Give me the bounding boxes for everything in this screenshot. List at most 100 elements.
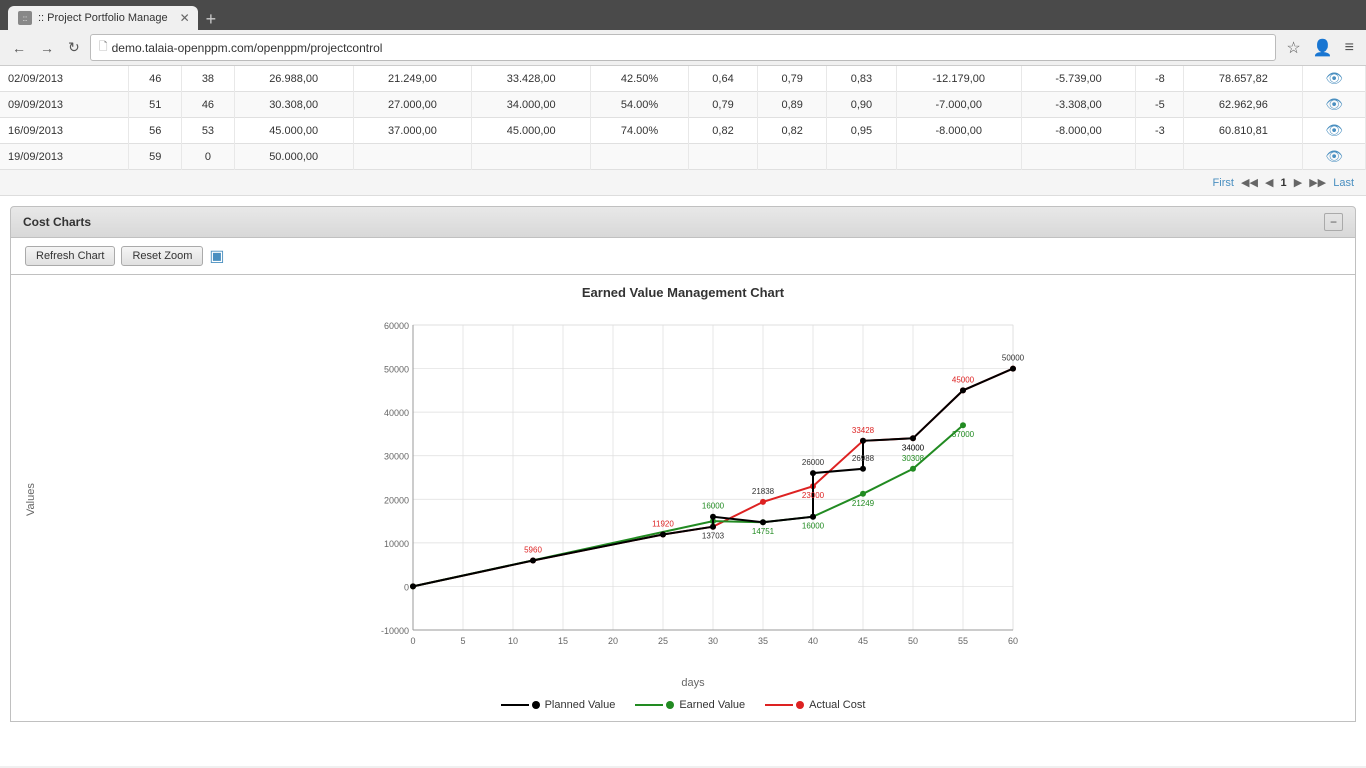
view-icon-cell[interactable]: 👁 <box>1303 66 1366 92</box>
expand-icon[interactable]: ▣ <box>209 246 224 266</box>
last-page-link[interactable]: Last <box>1333 177 1354 189</box>
svg-text:30000: 30000 <box>384 452 409 462</box>
chart-container: Earned Value Management Chart Values -10… <box>10 275 1356 722</box>
next-next-btn[interactable]: ▶▶ <box>1309 177 1326 189</box>
tab-close-btn[interactable]: ✕ <box>180 11 190 25</box>
first-page-link[interactable]: First <box>1213 177 1234 189</box>
prev-prev-btn[interactable]: ◀◀ <box>1241 177 1258 189</box>
table-cell: 0,82 <box>688 118 757 144</box>
svg-text:35: 35 <box>758 636 768 646</box>
table-cell: -3 <box>1136 118 1184 144</box>
planned-label: Planned Value <box>545 699 616 711</box>
svg-text:40: 40 <box>808 636 818 646</box>
table-cell: -8 <box>1136 66 1184 92</box>
new-tab-button[interactable]: + <box>198 9 225 30</box>
table-cell: 30.308,00 <box>234 92 353 118</box>
table-cell: 54.00% <box>591 92 689 118</box>
earned-label: Earned Value <box>679 699 745 711</box>
reset-zoom-button[interactable]: Reset Zoom <box>121 246 203 266</box>
svg-text:30308: 30308 <box>902 454 925 463</box>
legend-planned: Planned Value <box>501 699 616 711</box>
earned-dot <box>666 701 674 709</box>
svg-text:0: 0 <box>410 636 415 646</box>
table-cell <box>758 144 827 170</box>
svg-text:60: 60 <box>1008 636 1018 646</box>
planned-line <box>501 704 529 706</box>
table-cell <box>827 144 896 170</box>
table-row: 09/09/2013514630.308,0027.000,0034.000,0… <box>0 92 1366 118</box>
table-cell: 34.000,00 <box>472 92 591 118</box>
x-axis-label: days <box>41 677 1345 689</box>
table-cell <box>472 144 591 170</box>
legend-actual: Actual Cost <box>765 699 865 711</box>
table-cell <box>688 144 757 170</box>
table-cell: 0,83 <box>827 66 896 92</box>
next-btn[interactable]: ▶ <box>1294 177 1302 189</box>
table-cell <box>1184 144 1303 170</box>
bookmark-btn[interactable]: ☆ <box>1282 36 1304 60</box>
svg-text:21838: 21838 <box>752 487 775 496</box>
tab-label: :: Project Portfolio Manage <box>38 12 168 24</box>
earned-line <box>635 704 663 706</box>
table-cell: 16/09/2013 <box>0 118 129 144</box>
table-cell: 19/09/2013 <box>0 144 129 170</box>
cost-charts-section: Cost Charts − Refresh Chart Reset Zoom ▣… <box>0 206 1366 722</box>
table-cell: -8.000,00 <box>896 118 1021 144</box>
view-icon-cell[interactable]: 👁 <box>1303 118 1366 144</box>
svg-text:25: 25 <box>658 636 668 646</box>
y-axis-label: Values <box>21 310 41 689</box>
view-icon-cell[interactable]: 👁 <box>1303 92 1366 118</box>
svg-text:13703: 13703 <box>702 532 725 541</box>
table-cell: 0,79 <box>688 92 757 118</box>
svg-text:0: 0 <box>404 582 409 592</box>
tab-favicon: :: <box>18 11 32 25</box>
planned-dot <box>532 701 540 709</box>
view-icon[interactable]: 👁 <box>1325 96 1343 112</box>
tab-bar: :: :: Project Portfolio Manage ✕ + <box>8 6 224 30</box>
table-cell: 51 <box>129 92 182 118</box>
svg-text:45: 45 <box>858 636 868 646</box>
profile-btn[interactable]: 👤 <box>1309 36 1337 60</box>
view-icon[interactable]: 👁 <box>1325 122 1343 138</box>
table-cell: 59 <box>129 144 182 170</box>
svg-text:21249: 21249 <box>852 499 875 508</box>
page-icon: 🗋 <box>99 38 108 57</box>
table-cell: -8.000,00 <box>1021 118 1135 144</box>
page-content: 02/09/2013463826.988,0021.249,0033.428,0… <box>0 66 1366 766</box>
refresh-chart-button[interactable]: Refresh Chart <box>25 246 115 266</box>
svg-text:26988: 26988 <box>852 454 875 463</box>
svg-text:60000: 60000 <box>384 321 409 331</box>
prev-btn[interactable]: ◀ <box>1265 177 1273 189</box>
table-cell: 09/09/2013 <box>0 92 129 118</box>
back-button[interactable]: ← <box>8 38 30 58</box>
view-icon[interactable]: 👁 <box>1325 148 1343 164</box>
chart-legend: Planned Value Earned Value Actual Cost <box>21 699 1345 711</box>
svg-text:5: 5 <box>460 636 465 646</box>
svg-text:34000: 34000 <box>902 443 925 452</box>
view-icon-cell[interactable]: 👁 <box>1303 144 1366 170</box>
table-cell: 27.000,00 <box>353 92 472 118</box>
menu-button[interactable]: ≡ <box>1341 36 1358 60</box>
address-bar[interactable]: 🗋 demo.talaia-openppm.com/openppm/projec… <box>90 34 1277 61</box>
active-tab[interactable]: :: :: Project Portfolio Manage ✕ <box>8 6 198 30</box>
table-cell: 0,89 <box>758 92 827 118</box>
view-icon[interactable]: 👁 <box>1325 70 1343 86</box>
actual-line <box>765 704 793 706</box>
svg-text:45000: 45000 <box>952 375 975 384</box>
table-cell <box>896 144 1021 170</box>
table-row: 16/09/2013565345.000,0037.000,0045.000,0… <box>0 118 1366 144</box>
table-row: 19/09/201359050.000,00👁 <box>0 144 1366 170</box>
table-cell: 60.810,81 <box>1184 118 1303 144</box>
svg-text:5960: 5960 <box>524 546 542 555</box>
chart-wrapper: Values -10000010000200003000040000500006… <box>21 310 1345 689</box>
url-text: demo.talaia-openppm.com/openppm/projectc… <box>112 41 383 55</box>
table-cell <box>591 144 689 170</box>
browser-chrome: :: :: Project Portfolio Manage ✕ + <box>0 0 1366 30</box>
svg-text:-10000: -10000 <box>381 626 409 636</box>
table-cell: -3.308,00 <box>1021 92 1135 118</box>
reload-button[interactable]: ↻ <box>64 37 84 58</box>
svg-text:14751: 14751 <box>752 527 775 536</box>
forward-button[interactable]: → <box>36 38 58 58</box>
svg-text:15: 15 <box>558 636 568 646</box>
collapse-button[interactable]: − <box>1324 213 1343 231</box>
